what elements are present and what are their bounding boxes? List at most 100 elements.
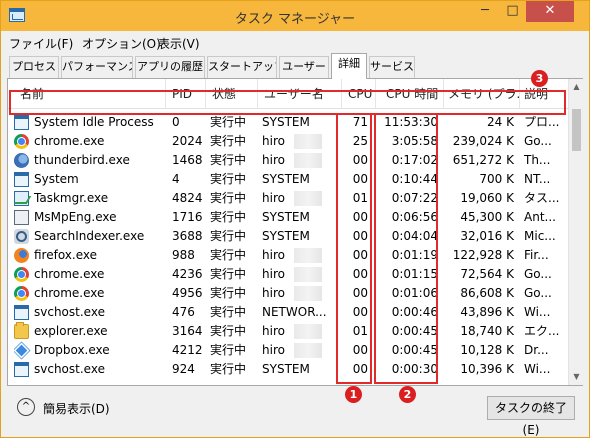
- memory-cell: 651,272 K: [452, 153, 514, 167]
- user-name: SYSTEM: [262, 172, 310, 186]
- tab-performance[interactable]: パフォーマンス: [61, 56, 133, 78]
- user-cell: hiro: [258, 341, 340, 360]
- chevron-up-icon[interactable]: ^: [17, 398, 35, 416]
- scroll-up-arrow-icon[interactable]: ▲: [569, 79, 584, 95]
- cpu-cell: 00: [352, 305, 368, 319]
- chrome-icon: [14, 267, 29, 282]
- menu-file[interactable]: ファイル(F): [9, 35, 73, 52]
- pid-cell: 476: [172, 305, 195, 319]
- process-name: MsMpEng.exe: [34, 210, 117, 224]
- state-cell: 実行中: [210, 172, 247, 186]
- user-name: hiro: [262, 248, 285, 262]
- column-header-cpu[interactable]: CPU: [342, 79, 376, 109]
- pid-cell: 4236: [172, 267, 203, 281]
- description-cell: Th...: [524, 153, 551, 167]
- user-name: hiro: [262, 324, 285, 338]
- process-name-cell: MsMpEng.exe: [14, 208, 168, 227]
- menu-bar: ファイル(F) オプション(O) 表示(V): [1, 31, 589, 53]
- process-name-cell: System: [14, 170, 168, 189]
- table-row[interactable]: SearchIndexer.exe 3688 実行中 SYSTEM 00 0:04:04 3…: [8, 227, 568, 246]
- column-header-name[interactable]: 名前: [8, 79, 166, 109]
- process-name: SearchIndexer.exe: [34, 229, 145, 243]
- mpeng-icon: [14, 210, 29, 225]
- cpu-cell: 00: [352, 229, 368, 243]
- column-header-row: 名前 PID 状態 ユーザー名 CPU CPU 時間 メモリ (プラ... 説明: [8, 79, 568, 109]
- memory-cell: 10,128 K: [460, 343, 514, 357]
- tab-processes[interactable]: プロセス: [9, 56, 59, 78]
- title-bar[interactable]: タスク マネージャー ─ □ ✕: [1, 1, 589, 31]
- taskmgr-icon: [14, 191, 29, 206]
- table-row[interactable]: chrome.exe 4236 実行中 hiro 00 0:01:15 72,564 K Go…: [8, 265, 568, 284]
- user-cell: hiro: [258, 189, 340, 208]
- process-name-cell: firefox.exe: [14, 246, 168, 265]
- description-cell: NT...: [524, 172, 551, 186]
- table-row[interactable]: firefox.exe 988 実行中 hiro 00 0:01:19 122,928 K F…: [8, 246, 568, 265]
- state-cell: 実行中: [210, 153, 247, 167]
- table-row[interactable]: System Idle Process 0 実行中 SYSTEM 71 11:53:30 2…: [8, 113, 568, 132]
- pid-cell: 0: [172, 115, 180, 129]
- column-header-user[interactable]: ユーザー名: [258, 79, 342, 109]
- close-button[interactable]: ✕: [526, 1, 574, 22]
- cpu-cell: 00: [352, 286, 368, 300]
- table-row[interactable]: Taskmgr.exe 4824 実行中 hiro 01 0:07:22 19,060 K タ…: [8, 189, 568, 208]
- table-row[interactable]: chrome.exe 4956 実行中 hiro 00 0:01:06 86,608 K Go…: [8, 284, 568, 303]
- menu-options[interactable]: オプション(O): [82, 35, 161, 52]
- cpu-time-cell: 11:53:30: [384, 115, 438, 129]
- process-name: firefox.exe: [34, 248, 98, 262]
- menu-view[interactable]: 表示(V): [158, 35, 200, 52]
- explorer-icon: [14, 322, 29, 339]
- maximize-button[interactable]: □: [499, 1, 526, 22]
- tab-details[interactable]: 詳細: [331, 53, 367, 79]
- table-row[interactable]: Dropbox.exe 4212 実行中 hiro 00 0:00:45 10,128 K D…: [8, 341, 568, 360]
- column-header-memory[interactable]: メモリ (プラ...: [444, 79, 520, 109]
- dropbox-icon: [14, 342, 30, 359]
- pid-cell: 4: [172, 172, 180, 186]
- process-name: chrome.exe: [34, 286, 105, 300]
- user-name: NETWOR...: [262, 305, 327, 319]
- table-row[interactable]: explorer.exe 3164 実行中 hiro 01 0:00:45 18,740 K…: [8, 322, 568, 341]
- footer-bar: ^ 簡易表示(D) タスクの終了(E): [1, 386, 589, 437]
- tab-app-history[interactable]: アプリの履歴: [135, 56, 205, 78]
- table-row[interactable]: System 4 実行中 SYSTEM 00 0:10:44 700 K NT...: [8, 170, 568, 189]
- table-row[interactable]: thunderbird.exe 1468 実行中 hiro 00 0:17:02 651,2…: [8, 151, 568, 170]
- column-header-pid[interactable]: PID: [166, 79, 206, 109]
- column-header-cpu-time[interactable]: CPU 時間: [376, 79, 444, 109]
- scroll-down-arrow-icon[interactable]: ▼: [569, 369, 584, 385]
- pid-cell: 4212: [172, 343, 203, 357]
- thunderbird-icon: [14, 153, 29, 168]
- cpu-time-cell: 3:05:58: [391, 134, 438, 148]
- tab-startup[interactable]: スタートアップ: [207, 56, 277, 78]
- pid-cell: 2024: [172, 134, 203, 148]
- end-task-button[interactable]: タスクの終了(E): [487, 396, 575, 437]
- table-row[interactable]: svchost.exe 476 実行中 NETWOR... 00 0:00:46 43,89…: [8, 303, 568, 322]
- vertical-scrollbar[interactable]: ▲ ▼: [568, 79, 583, 385]
- description-cell: Wi...: [524, 305, 551, 319]
- user-cell: hiro: [258, 246, 340, 265]
- memory-cell: 86,608 K: [460, 286, 514, 300]
- pid-cell: 924: [172, 362, 195, 376]
- details-panel: 名前 PID 状態 ユーザー名 CPU CPU 時間 メモリ (プラ... 説明…: [7, 78, 583, 386]
- table-row[interactable]: MsMpEng.exe 1716 実行中 SYSTEM 00 0:06:56 45,300 …: [8, 208, 568, 227]
- process-name-cell: System Idle Process: [14, 113, 168, 132]
- description-cell: Go...: [524, 134, 552, 148]
- minimize-button[interactable]: ─: [471, 1, 499, 22]
- process-name: chrome.exe: [34, 267, 105, 281]
- user-name: SYSTEM: [262, 362, 310, 376]
- process-name: thunderbird.exe: [34, 153, 130, 167]
- annotation-marker-3: 3: [531, 70, 548, 87]
- scroll-thumb[interactable]: [572, 109, 581, 151]
- process-name-cell: chrome.exe: [14, 265, 168, 284]
- tab-users[interactable]: ユーザー: [279, 56, 329, 78]
- tab-services[interactable]: サービス: [369, 56, 415, 78]
- fewer-details-link[interactable]: 簡易表示(D): [43, 400, 110, 417]
- process-name-cell: svchost.exe: [14, 303, 168, 322]
- cpu-cell: 71: [352, 115, 368, 129]
- description-cell: エク...: [524, 324, 560, 338]
- memory-cell: 18,740 K: [460, 324, 514, 338]
- tab-bar: プロセス パフォーマンス アプリの履歴 スタートアップ ユーザー 詳細 サービス: [1, 53, 589, 79]
- table-row[interactable]: svchost.exe 924 実行中 SYSTEM 00 0:00:30 10,396 K…: [8, 360, 568, 379]
- state-cell: 実行中: [210, 134, 247, 148]
- table-row[interactable]: chrome.exe 2024 実行中 hiro 25 3:05:58 239,024 K G…: [8, 132, 568, 151]
- pid-cell: 988: [172, 248, 195, 262]
- column-header-state[interactable]: 状態: [206, 79, 258, 109]
